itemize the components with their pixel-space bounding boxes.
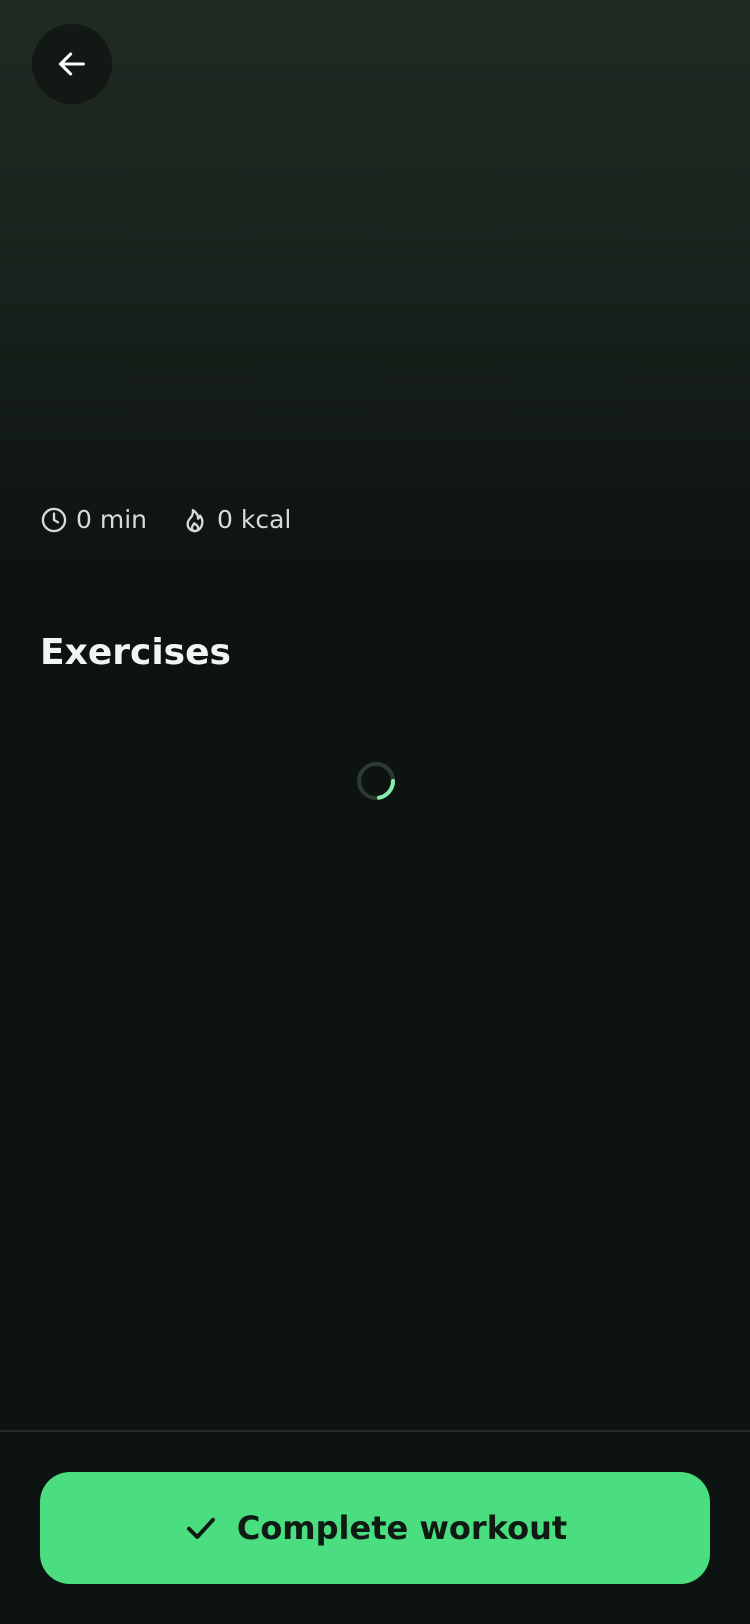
spinner-icon bbox=[357, 762, 395, 800]
duration-stat: 0 min bbox=[40, 498, 147, 542]
arrow-left-icon bbox=[59, 52, 85, 76]
back-button[interactable] bbox=[32, 24, 112, 104]
calories-value: 0 kcal bbox=[217, 505, 292, 534]
calories-stat: 0 kcal bbox=[181, 498, 291, 542]
clock-icon bbox=[41, 507, 67, 533]
workout-detail-screen: 0 min 0 kcal Exercises Complete workout bbox=[0, 0, 750, 1624]
complete-workout-label: Complete workout bbox=[236, 1509, 568, 1547]
workout-stats: 0 min 0 kcal bbox=[40, 498, 291, 542]
footer-divider bbox=[0, 1430, 750, 1432]
hero-banner bbox=[0, 0, 750, 570]
flame-icon bbox=[186, 508, 204, 533]
duration-value: 0 min bbox=[76, 505, 147, 534]
complete-workout-button[interactable]: Complete workout bbox=[40, 1472, 710, 1584]
check-icon bbox=[186, 1517, 215, 1539]
exercises-heading: Exercises bbox=[40, 632, 231, 673]
